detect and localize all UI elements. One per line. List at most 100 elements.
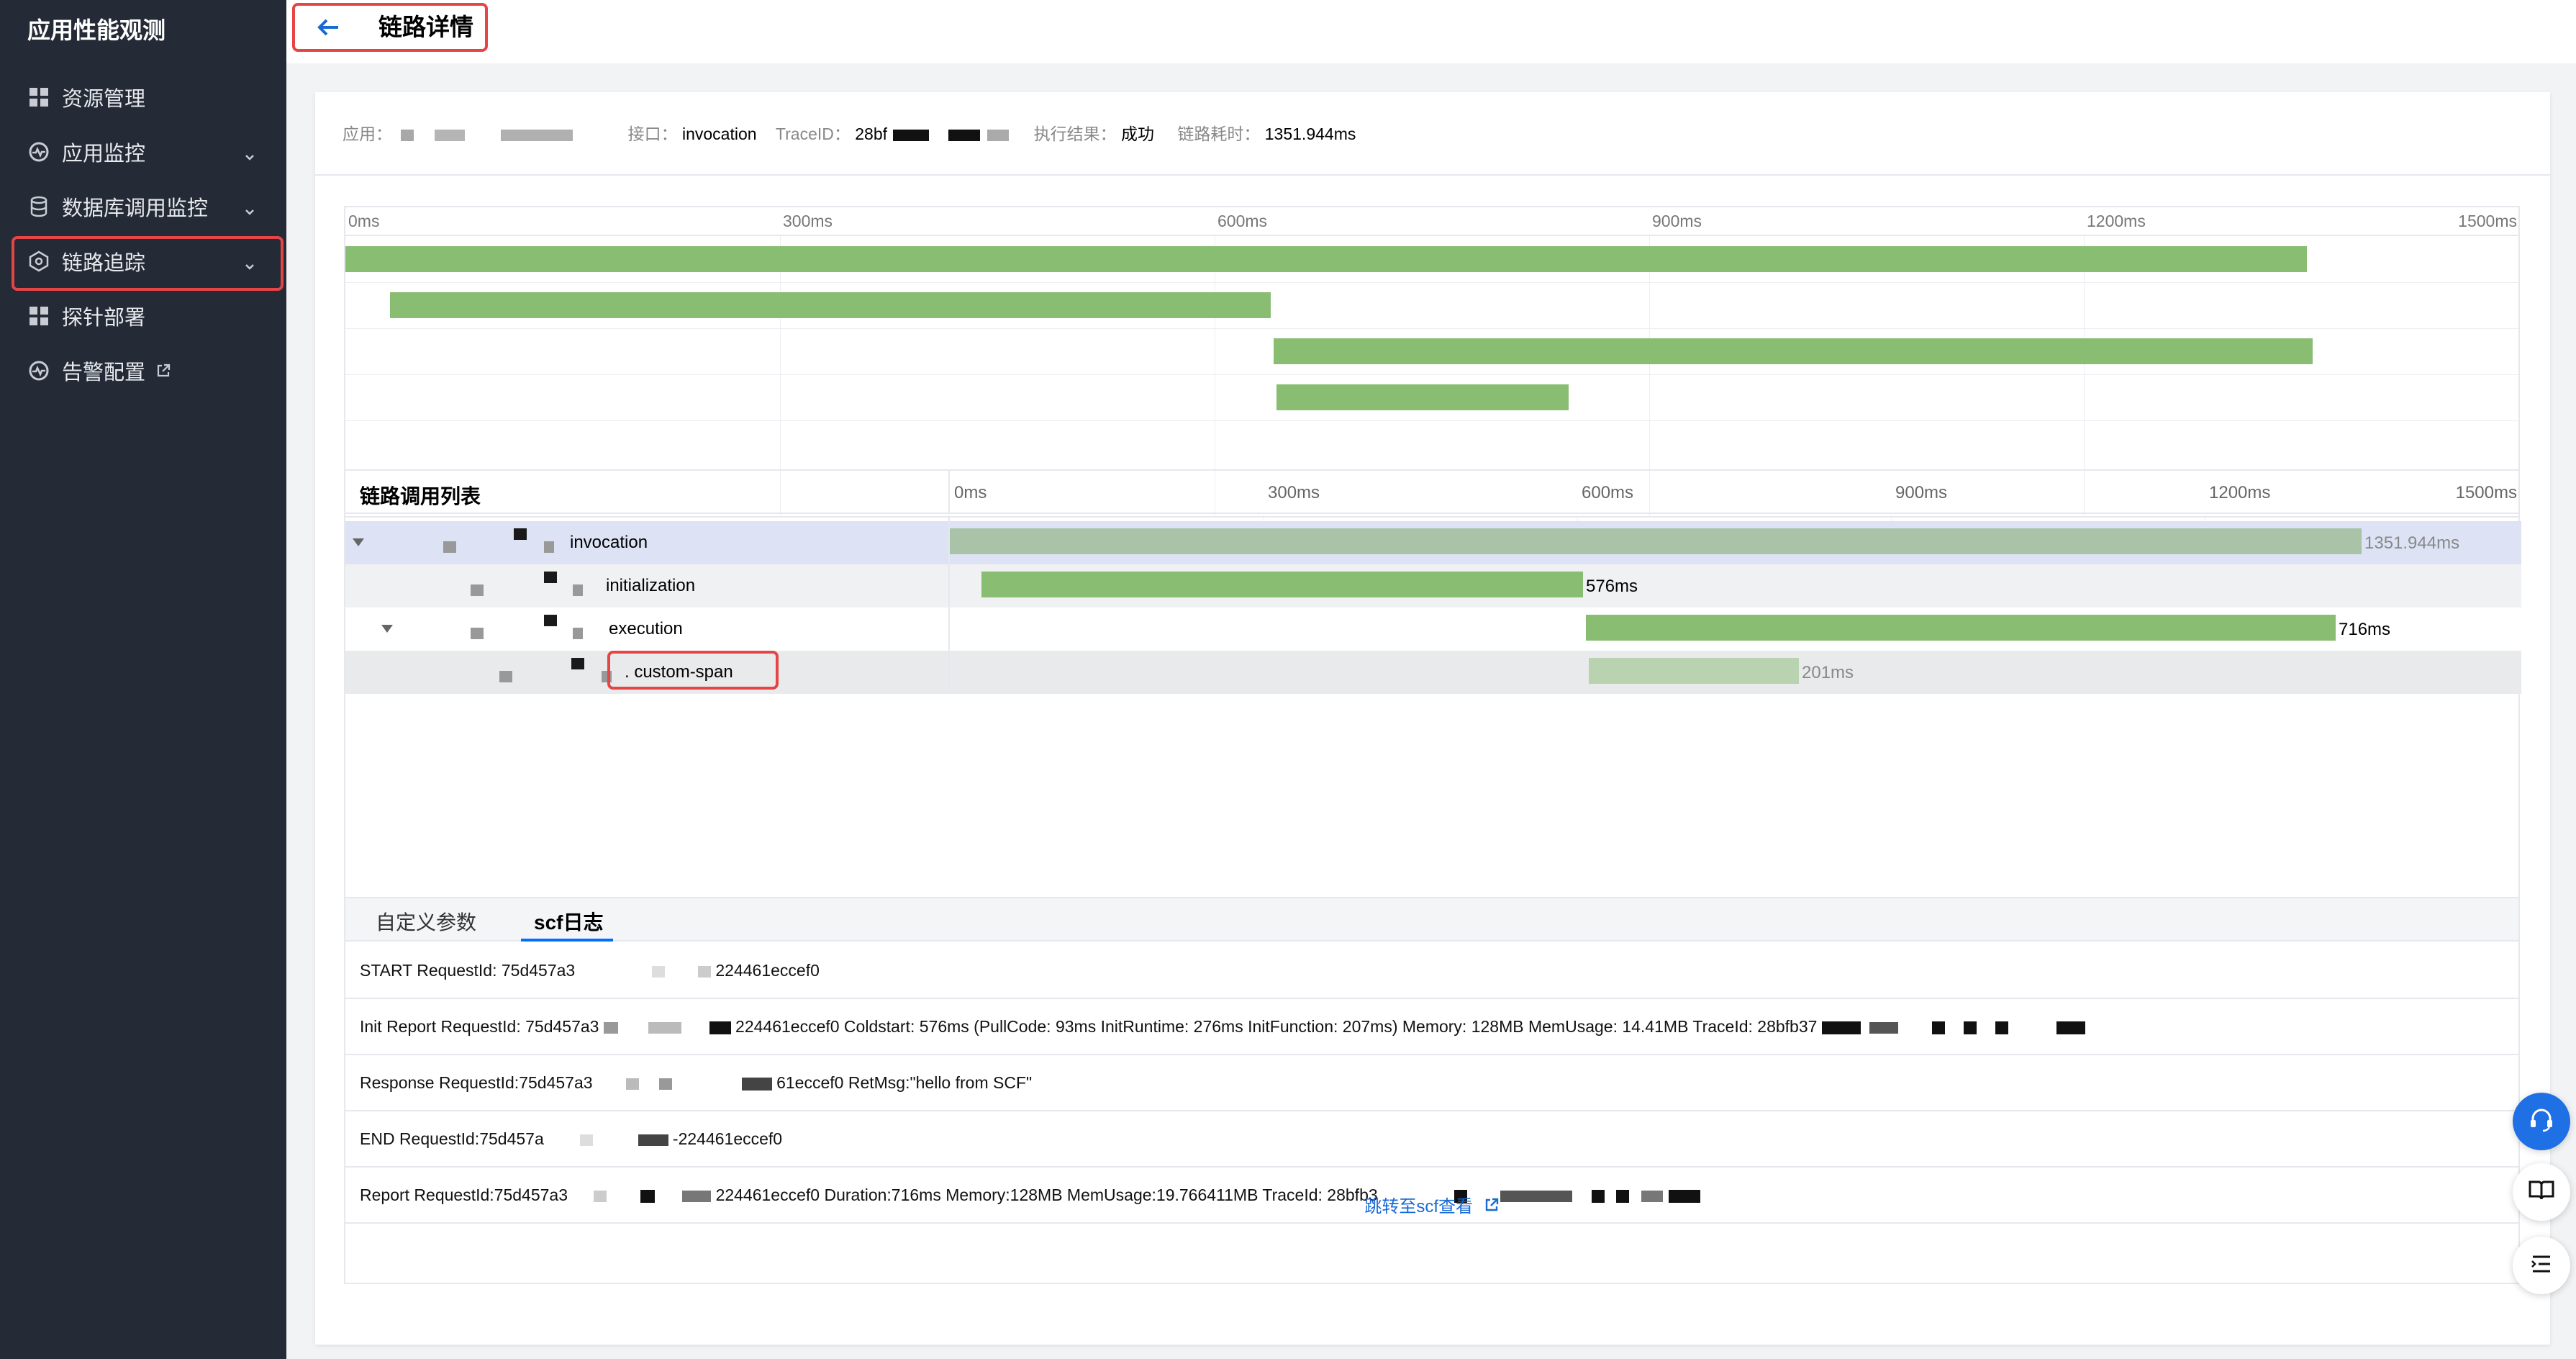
axis-tick: 0ms (348, 212, 380, 230)
log-text: 61eccef0 RetMsg:"hello from SCF" (776, 1073, 1033, 1092)
span-bar[interactable] (1589, 658, 1799, 684)
overview-bar-execution[interactable] (1274, 338, 2313, 364)
overview-bar-initialization[interactable] (390, 292, 1271, 318)
span-bar[interactable] (1586, 615, 2336, 641)
sidebar-item-label: 资源管理 (62, 88, 146, 111)
grid-icon (27, 86, 50, 109)
sidebar-item-db-monitor[interactable]: 数据库调用监控 (13, 181, 283, 232)
traceid-label: TraceID： (775, 125, 851, 143)
caret-down-icon[interactable] (381, 625, 393, 633)
chevron-down-icon[interactable] (244, 144, 255, 168)
axis-tick: 300ms (1268, 483, 1320, 502)
axis-tick: 1500ms (2455, 483, 2517, 502)
redacted-block (893, 129, 930, 141)
span-bar[interactable] (950, 528, 2362, 554)
redacted-block (471, 628, 484, 639)
redacted-block (638, 1134, 668, 1146)
support-button[interactable] (2513, 1093, 2570, 1150)
docs-button[interactable] (2513, 1163, 2570, 1221)
axis-tick: 600ms (1217, 212, 1268, 230)
redacted-block (741, 1077, 772, 1091)
chevron-down-icon[interactable] (244, 199, 255, 222)
span-name: execution (609, 619, 683, 638)
tab-scf-log[interactable]: scf日志 (534, 907, 603, 936)
cost-value: 1351.944ms (1264, 125, 1356, 143)
external-link-icon (1484, 1197, 1500, 1218)
detail-tabs: 自定义参数 scf日志 (345, 897, 2518, 942)
span-duration: 716ms (2339, 620, 2391, 639)
redacted-block (499, 671, 512, 682)
pulse-icon (27, 140, 50, 163)
column-divider (948, 515, 950, 694)
redacted-block (571, 658, 584, 669)
highlight-box-tracing (12, 236, 284, 291)
axis-tick: 1200ms (2209, 483, 2271, 502)
jump-to-scf-link[interactable]: 跳转至scf查看 (345, 1192, 2518, 1218)
redacted-block (514, 528, 527, 540)
sidebar: 应用性能观测 资源管理 应用监控 数据库调用监控 链路追踪 探针部署 告警配置 (0, 0, 286, 1359)
redacted-block (1869, 1021, 1899, 1034)
log-text: START RequestId: 75d457a3 (360, 961, 576, 980)
book-icon (2526, 1175, 2557, 1210)
redacted-block (544, 615, 557, 626)
sidebar-item-label: 数据库调用监控 (62, 197, 209, 220)
axis-tick: 1500ms (2458, 212, 2517, 230)
jump-link-label[interactable]: 跳转至scf查看 (1364, 1197, 1473, 1216)
redacted-block (580, 1134, 594, 1146)
axis-tick: 1200ms (2087, 212, 2146, 230)
span-row-execution[interactable]: execution 716ms (345, 608, 2521, 651)
active-tab-indicator (521, 939, 613, 942)
redacted-block (443, 541, 456, 553)
caret-down-icon[interactable] (353, 538, 364, 546)
axis-tick: 0ms (954, 483, 987, 502)
sidebar-item-alarm[interactable]: 告警配置 (13, 346, 283, 396)
redacted-block (648, 1021, 682, 1034)
log-line: END RequestId:75d457a -224461eccef0 (345, 1111, 2518, 1168)
grid-line (345, 282, 2518, 283)
pulse-icon (27, 359, 50, 382)
span-name: invocation (570, 533, 648, 552)
tab-custom-params[interactable]: 自定义参数 (376, 907, 476, 936)
log-text: Init Report RequestId: 75d457a3 (360, 1017, 599, 1036)
span-list-title: 链路调用列表 (360, 485, 481, 507)
app-label: 应用： (343, 125, 392, 143)
redacted-block (401, 129, 414, 141)
highlight-box-custom-span (607, 651, 779, 690)
overview-bar-invocation[interactable] (345, 246, 2307, 272)
grid-line (345, 420, 2518, 421)
brand-title: 应用性能观测 (27, 17, 166, 43)
log-line: Init Report RequestId: 75d457a3 224461ec… (345, 999, 2518, 1055)
span-name: initialization (606, 576, 696, 595)
span-list-panel: 链路调用列表 0ms 300ms 600ms 900ms 1200ms 1500… (344, 469, 2521, 1284)
column-divider (948, 471, 950, 514)
redacted-block (651, 965, 665, 978)
database-icon (27, 195, 50, 218)
span-duration: 1351.944ms (2364, 533, 2460, 553)
redacted-block (2056, 1021, 2085, 1034)
span-duration: 201ms (1802, 663, 1854, 682)
grid-line (345, 328, 2518, 329)
sidebar-item-label: 探针部署 (62, 307, 146, 330)
sidebar-item-probe[interactable]: 探针部署 (13, 291, 283, 341)
redacted-block (948, 129, 980, 141)
redacted-block (603, 1021, 618, 1034)
axis-tick: 600ms (1582, 483, 1634, 502)
highlight-box-title (292, 3, 488, 52)
span-row-invocation[interactable]: invocation 1351.944ms (345, 521, 2521, 564)
external-link-icon (155, 363, 171, 379)
trace-info-bar: 应用： 接口： invocation TraceID： 28bf 执行结果： 成… (315, 92, 2550, 176)
redacted-block (573, 584, 583, 596)
span-bar[interactable] (981, 572, 1583, 597)
redacted-block (625, 1078, 639, 1090)
headset-icon (2526, 1104, 2557, 1139)
menu-button[interactable] (2513, 1237, 2570, 1294)
top-bar: 链路详情 (286, 0, 2576, 63)
sidebar-item-app-monitor[interactable]: 应用监控 (13, 127, 283, 177)
log-text: 224461eccef0 Coldstart: 576ms (PullCode:… (735, 1017, 1818, 1036)
span-row-initialization[interactable]: initialization 576ms (345, 564, 2521, 608)
span-row-custom-span[interactable]: . custom-span 201ms (345, 651, 2521, 694)
overview-bar-custom-span[interactable] (1276, 384, 1569, 410)
sidebar-item-resource[interactable]: 资源管理 (13, 72, 283, 122)
redacted-block (659, 1078, 673, 1090)
span-duration: 576ms (1586, 577, 1638, 596)
